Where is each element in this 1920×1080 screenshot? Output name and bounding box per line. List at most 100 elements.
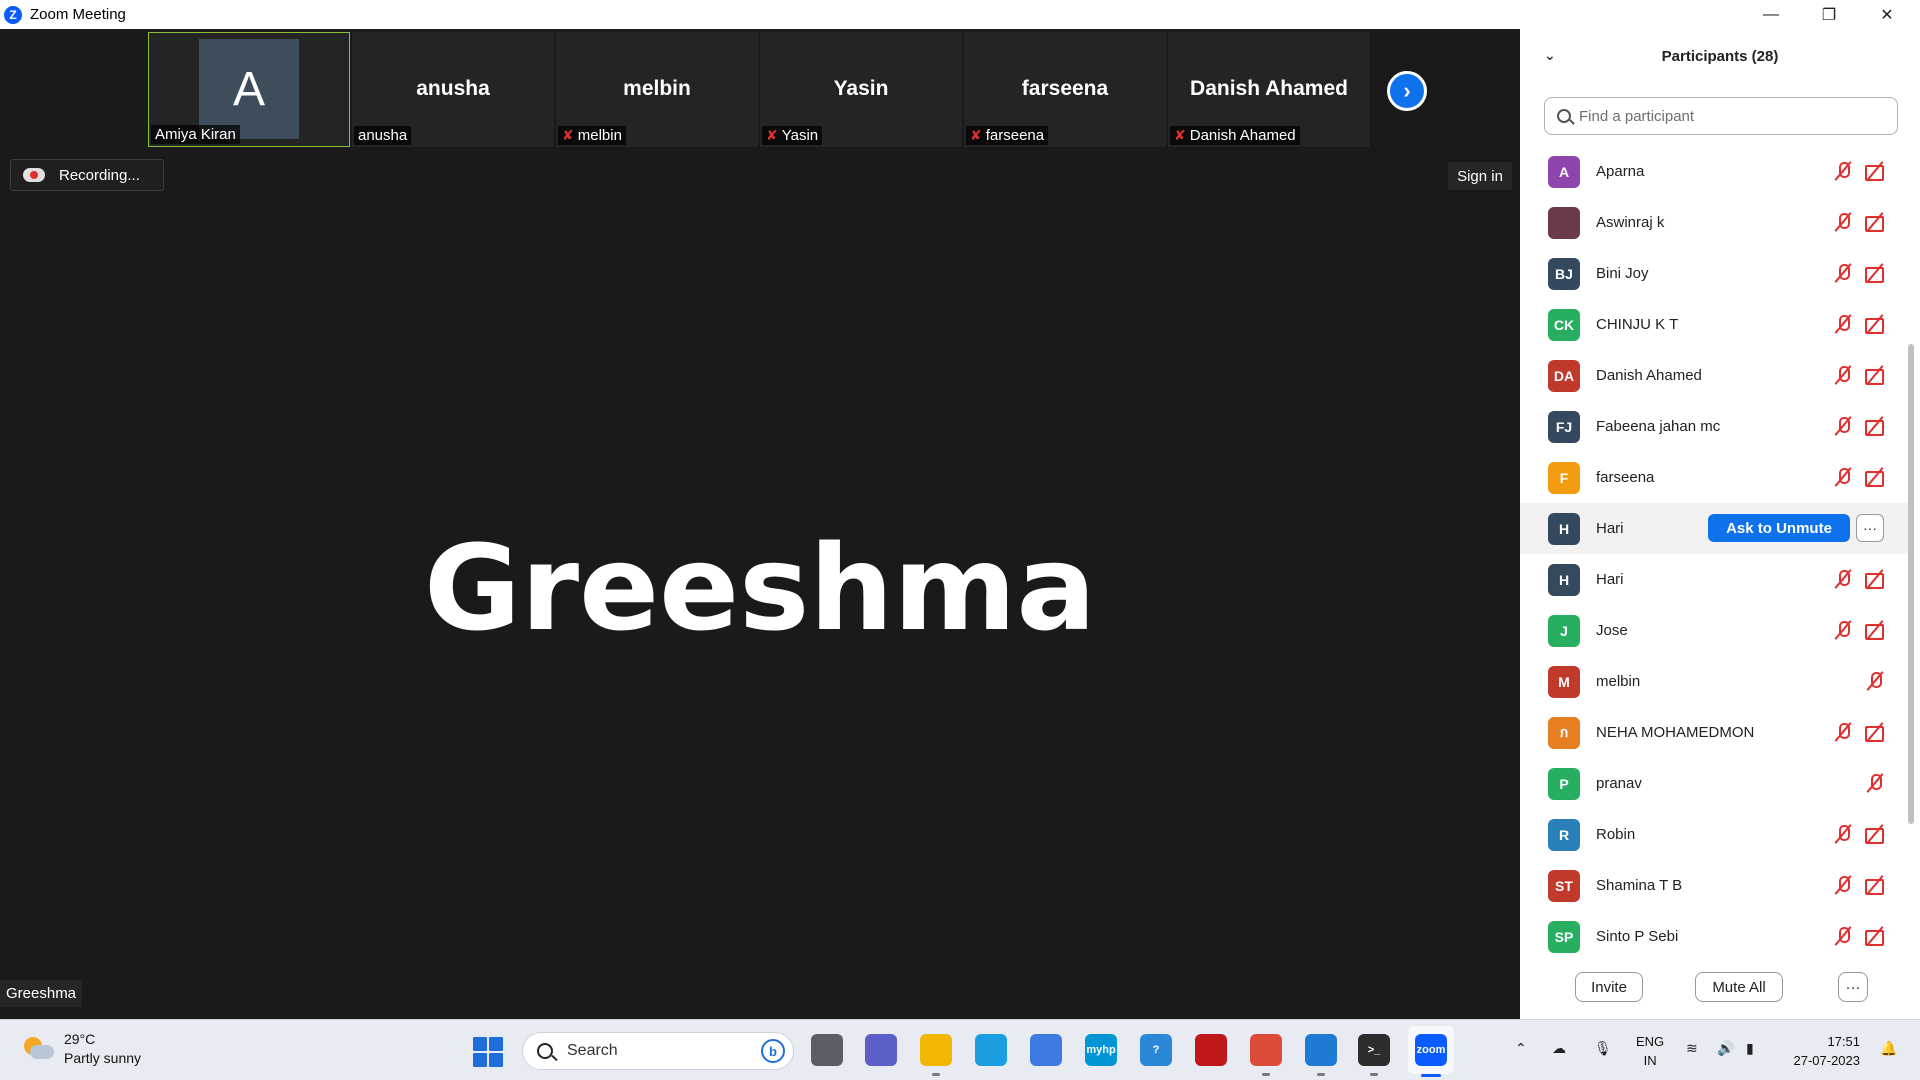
- muted-mic-icon: [1832, 926, 1854, 946]
- battery-icon[interactable]: ▮: [1746, 1040, 1754, 1057]
- participant-row[interactable]: H Hari Ask to Unmute ···: [1520, 503, 1910, 554]
- participant-row[interactable]: DA Danish Ahamed: [1520, 350, 1910, 401]
- participant-row[interactable]: ST Shamina T B: [1520, 860, 1910, 911]
- get-help-icon[interactable]: ?: [1140, 1034, 1172, 1066]
- avatar: A: [1548, 155, 1580, 188]
- participant-name: melbin: [1596, 673, 1641, 690]
- participant-row[interactable]: Ffarseena: [1520, 452, 1910, 503]
- video-off-icon: [1864, 416, 1886, 436]
- microphone-icon[interactable]: 🎙: [1594, 1040, 1612, 1057]
- bing-icon[interactable]: b: [761, 1039, 785, 1063]
- active-speaker-name: Greeshma: [424, 519, 1096, 657]
- avatar: ST: [1548, 869, 1580, 902]
- chevron-up-icon[interactable]: ⌃: [1515, 1040, 1527, 1057]
- participant-name: Danish Ahamed: [1596, 367, 1702, 384]
- terminal-icon[interactable]: >_: [1358, 1034, 1390, 1076]
- video-tile[interactable]: farseena ✘ farseena: [964, 32, 1166, 147]
- participant-row[interactable]: J Jose: [1520, 605, 1910, 656]
- participant-more-button[interactable]: ···: [1856, 514, 1884, 542]
- video-off-icon: [1864, 467, 1886, 487]
- task-view-icon[interactable]: [811, 1034, 843, 1066]
- tile-name-tag: anusha: [354, 126, 412, 145]
- weather-desc: Partly sunny: [64, 1050, 142, 1066]
- wifi-icon[interactable]: ≋: [1686, 1040, 1698, 1057]
- participant-row[interactable]: Ppranav: [1520, 758, 1910, 809]
- restore-button[interactable]: ❐: [1800, 0, 1858, 29]
- participant-row[interactable]: SP Sinto P Sebi: [1520, 911, 1910, 962]
- muted-mic-icon: ✘: [970, 127, 982, 143]
- muted-mic-icon: [1832, 314, 1854, 334]
- close-button[interactable]: ✕: [1858, 0, 1916, 29]
- volume-icon[interactable]: 🔊: [1717, 1040, 1734, 1057]
- video-off-icon: [1864, 620, 1886, 640]
- recording-indicator[interactable]: Recording...: [10, 159, 164, 191]
- weather-temp: 29°C: [64, 1031, 96, 1047]
- chevron-down-icon[interactable]: ⌄: [1544, 47, 1556, 64]
- notification-icon[interactable]: 🔔: [1880, 1040, 1897, 1057]
- video-off-icon: [1864, 314, 1886, 334]
- participant-row[interactable]: Mmelbin: [1520, 656, 1910, 707]
- muted-mic-icon: [1832, 875, 1854, 895]
- onedrive-icon[interactable]: ☁: [1552, 1040, 1566, 1057]
- avatar: FJ: [1548, 410, 1580, 443]
- ask-to-unmute-button[interactable]: Ask to Unmute: [1708, 514, 1850, 542]
- video-tile[interactable]: A Amiya Kiran: [148, 32, 350, 147]
- participant-name: Jose: [1596, 622, 1628, 639]
- avatar: DA: [1548, 359, 1580, 392]
- muted-mic-icon: [1832, 620, 1854, 640]
- muted-mic-icon: [1832, 824, 1854, 844]
- clock-date: 27-07-2023: [1793, 1053, 1861, 1068]
- participant-row[interactable]: ก NEHA MOHAMEDMON: [1520, 707, 1910, 758]
- taskbar-search-label: Search: [567, 1042, 618, 1059]
- meeting-area: A Amiya Kiran anusha anusha melbin ✘ melbin Yas…: [0, 29, 1520, 1019]
- mcafee-icon[interactable]: [1195, 1034, 1227, 1066]
- video-off-icon: [1864, 722, 1886, 742]
- taskbar-search[interactable]: Search b: [522, 1032, 794, 1070]
- tile-name-tag: ✘ Danish Ahamed: [1170, 126, 1300, 145]
- chrome-icon[interactable]: [1250, 1034, 1282, 1076]
- clock[interactable]: 17:51 27-07-2023: [1780, 1032, 1861, 1070]
- avatar: F: [1548, 461, 1580, 494]
- tile-display-name: anusha: [416, 77, 490, 100]
- participant-row[interactable]: CK CHINJU K T: [1520, 299, 1910, 350]
- zoom-icon[interactable]: zoom: [1415, 1034, 1447, 1066]
- participant-row[interactable]: R Robin: [1520, 809, 1910, 860]
- myhp-icon[interactable]: myhp: [1085, 1034, 1117, 1066]
- participant-list-scrollbar[interactable]: [1908, 344, 1914, 824]
- video-off-icon: [1864, 212, 1886, 232]
- minimize-button[interactable]: —: [1742, 0, 1800, 29]
- ms-store-icon[interactable]: [1030, 1034, 1062, 1066]
- weather-widget[interactable]: 29°C Partly sunny: [22, 1030, 141, 1068]
- search-icon: [1557, 109, 1571, 123]
- teams-meet-icon[interactable]: [865, 1034, 897, 1066]
- video-tile[interactable]: anusha anusha: [352, 32, 554, 147]
- participant-list: A Aparna Aswinraj k BJ Bini Joy CK CHINJU K T D…: [1520, 146, 1910, 962]
- participant-search-input[interactable]: [1579, 107, 1879, 125]
- video-strip: A Amiya Kiran anusha anusha melbin ✘ melbin Yas…: [148, 32, 1370, 147]
- video-tile[interactable]: Yasin ✘ Yasin: [760, 32, 962, 147]
- participant-row[interactable]: A Aparna: [1520, 146, 1910, 197]
- zoom-logo-icon: Z: [4, 5, 22, 24]
- video-tile[interactable]: melbin ✘ melbin: [556, 32, 758, 147]
- file-explorer-icon[interactable]: [920, 1034, 952, 1076]
- avatar: SP: [1548, 920, 1580, 953]
- edge-icon[interactable]: [975, 1034, 1007, 1066]
- muted-mic-icon: [1864, 773, 1886, 793]
- participant-row[interactable]: Aswinraj k: [1520, 197, 1910, 248]
- participant-row[interactable]: BJ Bini Joy: [1520, 248, 1910, 299]
- participant-row[interactable]: FJ Fabeena jahan mc: [1520, 401, 1910, 452]
- taskbar: 29°C Partly sunny Search b myhp? >_ zoom ⌃…: [0, 1019, 1920, 1080]
- vscode-icon[interactable]: [1305, 1034, 1337, 1076]
- start-button[interactable]: [473, 1037, 503, 1067]
- more-options-button[interactable]: ···: [1838, 972, 1868, 1002]
- next-page-button[interactable]: ›: [1387, 71, 1427, 111]
- language-indicator[interactable]: ENG IN: [1636, 1032, 1664, 1070]
- mute-all-button[interactable]: Mute All: [1695, 972, 1783, 1002]
- search-icon: [537, 1043, 553, 1059]
- sign-in-button[interactable]: Sign in: [1448, 162, 1512, 190]
- invite-button[interactable]: Invite: [1575, 972, 1643, 1002]
- video-tile[interactable]: Danish Ahamed ✘ Danish Ahamed: [1168, 32, 1370, 147]
- participant-search[interactable]: [1544, 97, 1898, 135]
- muted-mic-icon: [1832, 722, 1854, 742]
- participant-row[interactable]: H Hari: [1520, 554, 1910, 605]
